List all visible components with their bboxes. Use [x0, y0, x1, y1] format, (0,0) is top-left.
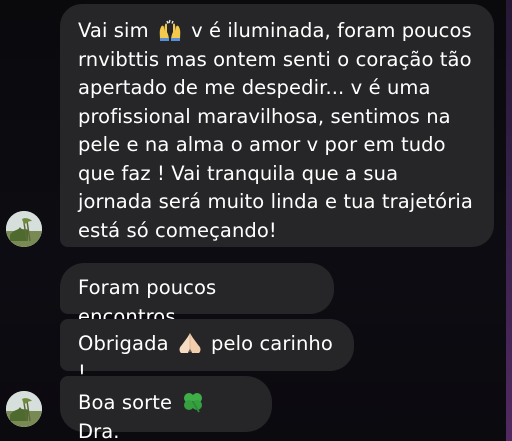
profile-photo-icon	[6, 211, 42, 247]
chat-thread: Vai sim v é iluminada, foram poucos rnvi…	[0, 0, 512, 441]
four-leaf-clover-emoji	[184, 393, 203, 413]
message-bubble[interactable]: Vai sim v é iluminada, foram poucos rnvi…	[60, 4, 494, 247]
message-bubble[interactable]: Foram poucos encontros	[60, 263, 334, 328]
avatar[interactable]	[6, 211, 42, 247]
message-text: v é iluminada, foram poucos rnvibttis ma…	[78, 19, 473, 242]
message-text: Dra.	[78, 419, 120, 441]
profile-photo-icon	[6, 391, 42, 427]
raising-hands-emoji	[159, 19, 181, 41]
message-text: Boa sorte	[78, 391, 173, 414]
message-text: Vai sim	[78, 19, 149, 42]
edge-wallpaper	[506, 0, 512, 441]
message-bubble[interactable]: Boa sorte Dra.	[60, 376, 272, 441]
folded-hands-emoji	[179, 333, 201, 353]
message-bubble[interactable]: Obrigada pelo carinho !	[60, 319, 354, 384]
message-text: Obrigada	[78, 332, 169, 355]
avatar[interactable]	[6, 391, 42, 427]
